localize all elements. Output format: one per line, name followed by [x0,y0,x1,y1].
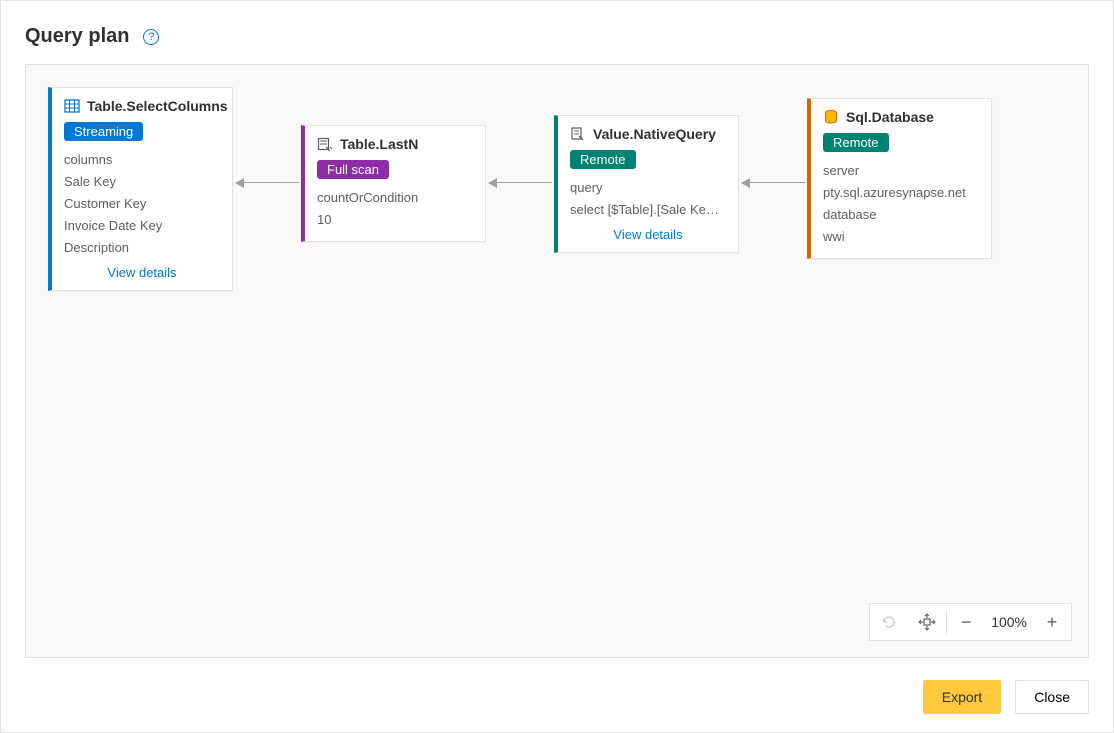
filter-icon [317,136,333,152]
badge-remote: Remote [823,133,889,152]
node-detail: Customer Key [64,193,220,215]
dialog-footer: Export Close [923,680,1089,714]
node-detail: Sale Key [64,171,220,193]
node-title: Table.LastN [340,136,418,152]
node-detail: pty.sql.azuresynapse.net [823,182,979,204]
view-details-link[interactable]: View details [64,265,220,280]
badge-fullscan: Full scan [317,160,389,179]
zoom-in-button[interactable]: + [1033,604,1071,640]
node-detail: select [$Table].[Sale Ke… [570,199,726,221]
node-detail: countOrCondition [317,187,473,209]
node-detail: wwi [823,226,979,248]
zoom-out-button[interactable]: − [947,604,985,640]
arrow [236,182,299,183]
node-detail: Invoice Date Key [64,215,220,237]
fit-to-screen-button[interactable] [908,604,946,640]
help-icon[interactable]: ? [143,29,159,45]
undo-button [870,604,908,640]
node-detail: Description [64,237,220,259]
badge-streaming: Streaming [64,122,143,141]
node-native-query[interactable]: Value.NativeQuery Remote query select [$… [554,115,739,253]
arrow [742,182,805,183]
node-title: Value.NativeQuery [593,126,716,142]
page-title: Query plan [25,25,129,48]
node-database[interactable]: Sql.Database Remote server pty.sql.azure… [807,98,992,259]
close-button[interactable]: Close [1015,680,1089,714]
node-select-columns[interactable]: Table.SelectColumns Streaming columns Sa… [48,87,233,291]
export-button[interactable]: Export [923,680,1001,714]
query-plan-canvas[interactable]: Table.SelectColumns Streaming columns Sa… [25,64,1089,658]
database-icon [823,109,839,125]
node-title: Table.SelectColumns [87,98,228,114]
node-detail: columns [64,149,220,171]
zoom-controls: − 100% + [869,603,1072,641]
dialog-header: Query plan ? [1,1,1113,64]
node-detail: server [823,160,979,182]
query-icon [570,126,586,142]
arrow [489,182,552,183]
node-detail: query [570,177,726,199]
node-title: Sql.Database [846,109,934,125]
node-detail: database [823,204,979,226]
view-details-link[interactable]: View details [570,227,726,242]
table-icon [64,98,80,114]
zoom-level: 100% [985,614,1033,630]
node-detail: 10 [317,209,473,231]
badge-remote: Remote [570,150,636,169]
node-lastn[interactable]: Table.LastN Full scan countOrCondition 1… [301,125,486,242]
